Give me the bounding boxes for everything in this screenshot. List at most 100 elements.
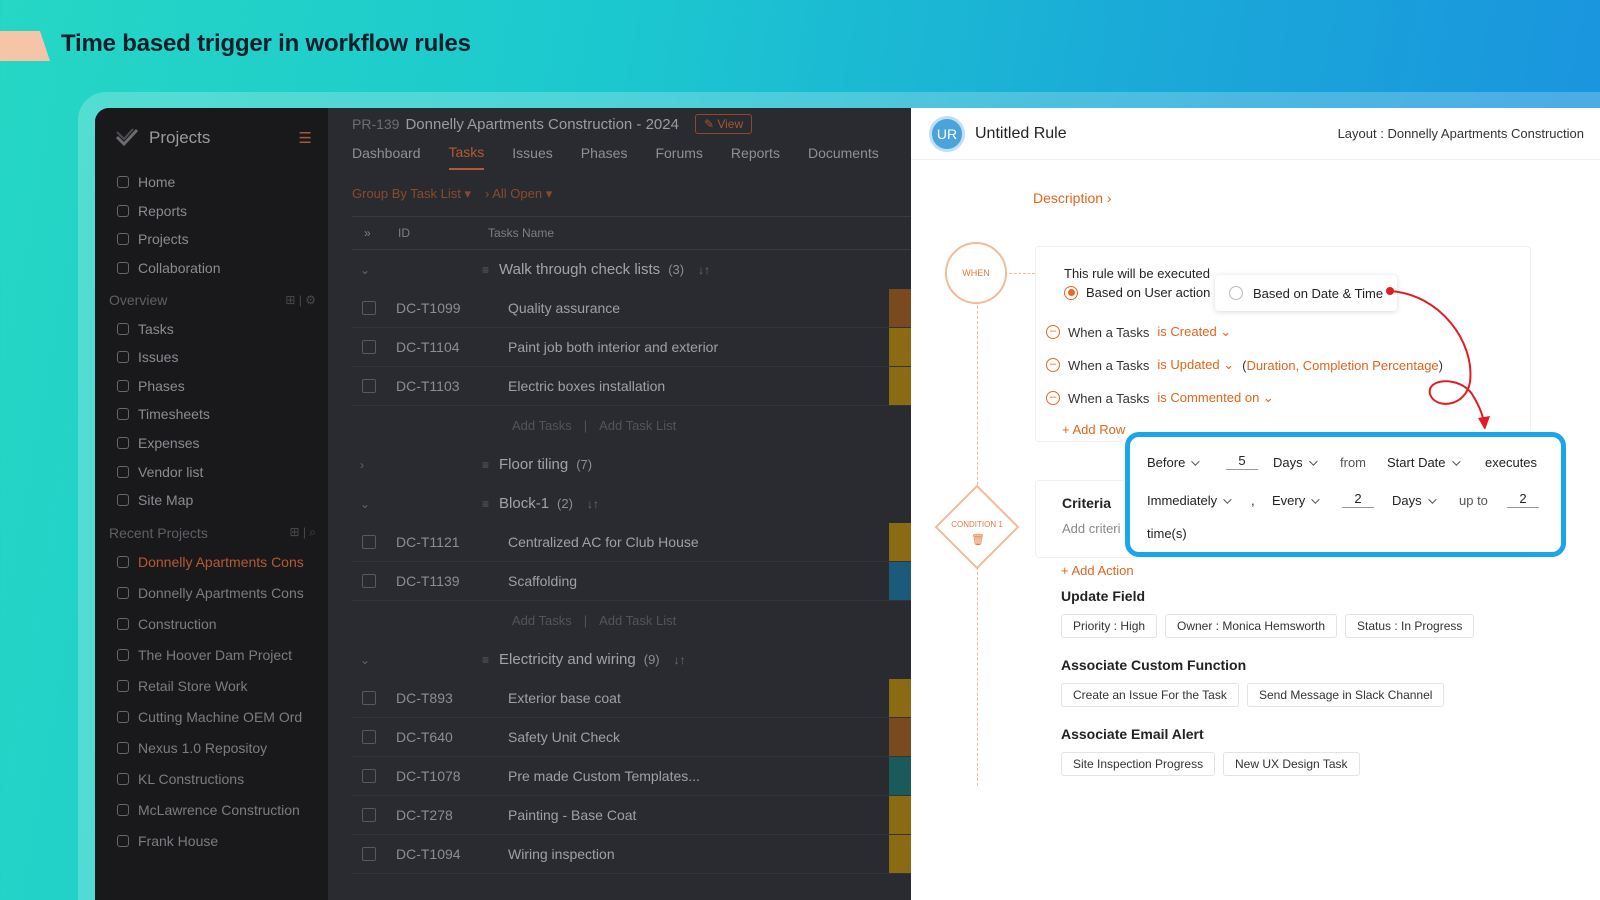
condition-action-dropdown[interactable]: is Created ⌄ bbox=[1157, 324, 1231, 340]
recent-project-item[interactable]: Donnelly Apartments Cons bbox=[95, 578, 328, 609]
tab-forums[interactable]: Forums bbox=[655, 137, 702, 169]
collapse-all-icon[interactable]: » bbox=[352, 226, 398, 240]
sidebar-item-projects[interactable]: Projects bbox=[95, 225, 328, 254]
table-row[interactable]: DC-T1104 Paint job both interior and exte… bbox=[352, 328, 911, 367]
tab-dashboard[interactable]: Dashboard bbox=[352, 137, 421, 169]
update-field-chip[interactable]: Status : In Progress bbox=[1345, 614, 1475, 638]
task-group[interactable]: ⌄ ≡ Electricity and wiring (9) ↓↑ bbox=[352, 640, 911, 679]
rule-title[interactable]: Untitled Rule bbox=[975, 125, 1067, 143]
task-group[interactable]: › ≡ Floor tiling (7) bbox=[352, 445, 911, 484]
row-checkbox[interactable] bbox=[362, 730, 376, 744]
update-field-chip[interactable]: Priority : High bbox=[1061, 614, 1158, 638]
row-checkbox[interactable] bbox=[362, 808, 376, 822]
table-row[interactable]: DC-T1103 Electric boxes installation bbox=[352, 367, 911, 406]
tab-phases[interactable]: Phases bbox=[581, 137, 628, 169]
add-row-button[interactable]: + Add Row bbox=[1062, 422, 1125, 437]
tab-tasks[interactable]: Tasks bbox=[448, 136, 485, 170]
trash-icon[interactable]: 🗑 bbox=[971, 533, 985, 546]
sidebar-item-issues[interactable]: Issues bbox=[95, 343, 328, 372]
sidebar-item-tasks[interactable]: Tasks bbox=[95, 314, 328, 343]
table-row[interactable]: DC-T1121 Centralized AC for Club House bbox=[352, 523, 911, 562]
tab-documents[interactable]: Documents bbox=[808, 137, 879, 169]
table-row[interactable]: DC-T278 Painting - Base Coat bbox=[352, 796, 911, 835]
chevron-down-icon[interactable]: ⌄ bbox=[352, 653, 382, 667]
offset-unit-dropdown[interactable]: Days bbox=[1273, 455, 1318, 470]
row-checkbox[interactable] bbox=[362, 574, 376, 588]
recent-project-item[interactable]: The Hoover Dam Project bbox=[95, 640, 328, 671]
recent-project-item[interactable]: KL Constructions bbox=[95, 764, 328, 795]
description-link[interactable]: Description › bbox=[1033, 190, 1112, 206]
remove-condition-icon[interactable]: – bbox=[1046, 391, 1060, 405]
add-tasks-link[interactable]: Add Tasks bbox=[512, 613, 572, 628]
chevron-right-icon[interactable]: › bbox=[352, 458, 382, 472]
recent-tools-icon[interactable]: ⊞ | ⌕ bbox=[289, 525, 316, 540]
remove-condition-icon[interactable]: – bbox=[1046, 358, 1060, 372]
table-row[interactable]: DC-T1139 Scaffolding bbox=[352, 562, 911, 601]
option-date-time[interactable]: Based on Date & Time bbox=[1215, 275, 1398, 311]
sidebar-item-site-map[interactable]: Site Map bbox=[95, 486, 328, 515]
option-user-action[interactable]: Based on User action bbox=[1064, 285, 1210, 300]
tab-reports[interactable]: Reports bbox=[731, 137, 780, 169]
add-criteria-link[interactable]: Add criteri bbox=[1062, 521, 1121, 536]
task-group[interactable]: ⌄ ≡ Block-1 (2) ↓↑ bbox=[352, 484, 911, 523]
menu-icon[interactable]: ☰ bbox=[299, 129, 312, 147]
custom-function-chip[interactable]: Create an Issue For the Task bbox=[1061, 683, 1239, 707]
table-row[interactable]: DC-T893 Exterior base coat bbox=[352, 679, 911, 718]
add-task-list-link[interactable]: Add Task List bbox=[599, 613, 676, 628]
row-checkbox[interactable] bbox=[362, 340, 376, 354]
condition-action-dropdown[interactable]: is Updated ⌄ bbox=[1157, 357, 1234, 373]
upto-input[interactable]: 2 bbox=[1507, 491, 1539, 508]
remove-condition-icon[interactable]: – bbox=[1046, 325, 1060, 339]
view-button[interactable]: ✎ View bbox=[694, 114, 753, 134]
overview-tools-icon[interactable]: ⊞ | ⚙ bbox=[285, 293, 316, 307]
row-checkbox[interactable] bbox=[362, 769, 376, 783]
chevron-down-icon[interactable]: ⌄ bbox=[352, 263, 382, 277]
add-tasks-link[interactable]: Add Tasks bbox=[512, 418, 572, 433]
timing-dropdown[interactable]: Before bbox=[1147, 455, 1200, 470]
recent-project-item[interactable]: Frank House bbox=[95, 826, 328, 857]
task-group[interactable]: ⌄ ≡ Walk through check lists (3) ↓↑ bbox=[352, 250, 911, 289]
sidebar-item-expenses[interactable]: Expenses bbox=[95, 429, 328, 458]
chevron-down-icon[interactable]: ⌄ bbox=[352, 497, 382, 511]
email-alert-chip[interactable]: New UX Design Task bbox=[1223, 752, 1360, 776]
sidebar-item-timesheets[interactable]: Timesheets bbox=[95, 400, 328, 429]
row-checkbox[interactable] bbox=[362, 379, 376, 393]
sort-icon[interactable]: ↓↑ bbox=[698, 263, 710, 277]
row-checkbox[interactable] bbox=[362, 847, 376, 861]
add-task-list-link[interactable]: Add Task List bbox=[599, 418, 676, 433]
sidebar-item-home[interactable]: Home bbox=[95, 168, 328, 197]
sidebar-item-collaboration[interactable]: Collaboration bbox=[95, 254, 328, 283]
offset-input[interactable]: 5 bbox=[1226, 453, 1258, 470]
repeat-unit-dropdown[interactable]: Days bbox=[1392, 493, 1437, 508]
group-by-filter[interactable]: Group By Task List ▾ bbox=[352, 186, 471, 202]
sidebar-item-phases[interactable]: Phases bbox=[95, 372, 328, 401]
recent-project-item[interactable]: McLawrence Construction bbox=[95, 795, 328, 826]
update-field-chip[interactable]: Owner : Monica Hemsworth bbox=[1165, 614, 1338, 638]
table-row[interactable]: DC-T1078 Pre made Custom Templates... bbox=[352, 757, 911, 796]
condition-action-dropdown[interactable]: is Commented on ⌄ bbox=[1157, 390, 1273, 406]
sidebar-item-reports[interactable]: Reports bbox=[95, 197, 328, 226]
sidebar-section-overview[interactable]: Overview ⊞ | ⚙ bbox=[95, 286, 328, 314]
recent-project-item[interactable]: Cutting Machine OEM Ord bbox=[95, 702, 328, 733]
table-row[interactable]: DC-T640 Safety Unit Check bbox=[352, 718, 911, 757]
frequency-dropdown[interactable]: Immediately bbox=[1147, 493, 1232, 508]
row-checkbox[interactable] bbox=[362, 301, 376, 315]
table-row[interactable]: DC-T1099 Quality assurance bbox=[352, 289, 911, 328]
custom-function-chip[interactable]: Send Message in Slack Channel bbox=[1247, 683, 1445, 707]
recent-project-item[interactable]: Donnelly Apartments Cons bbox=[95, 547, 328, 578]
sort-icon[interactable]: ↓↑ bbox=[587, 497, 599, 511]
status-filter[interactable]: › All Open ▾ bbox=[485, 186, 552, 202]
date-field-dropdown[interactable]: Start Date bbox=[1387, 455, 1461, 470]
add-action-button[interactable]: + Add Action bbox=[1061, 563, 1134, 578]
sort-icon[interactable]: ↓↑ bbox=[674, 653, 686, 667]
recent-project-item[interactable]: Retail Store Work bbox=[95, 671, 328, 702]
row-checkbox[interactable] bbox=[362, 535, 376, 549]
row-checkbox[interactable] bbox=[362, 691, 376, 705]
repeat-dropdown[interactable]: Every bbox=[1272, 493, 1320, 508]
table-row[interactable]: DC-T1094 Wiring inspection bbox=[352, 835, 911, 874]
email-alert-chip[interactable]: Site Inspection Progress bbox=[1061, 752, 1216, 776]
recent-project-item[interactable]: Construction bbox=[95, 609, 328, 640]
recent-project-item[interactable]: Nexus 1.0 Repositoy bbox=[95, 733, 328, 764]
tab-issues[interactable]: Issues bbox=[512, 137, 552, 169]
repeat-input[interactable]: 2 bbox=[1342, 491, 1374, 508]
